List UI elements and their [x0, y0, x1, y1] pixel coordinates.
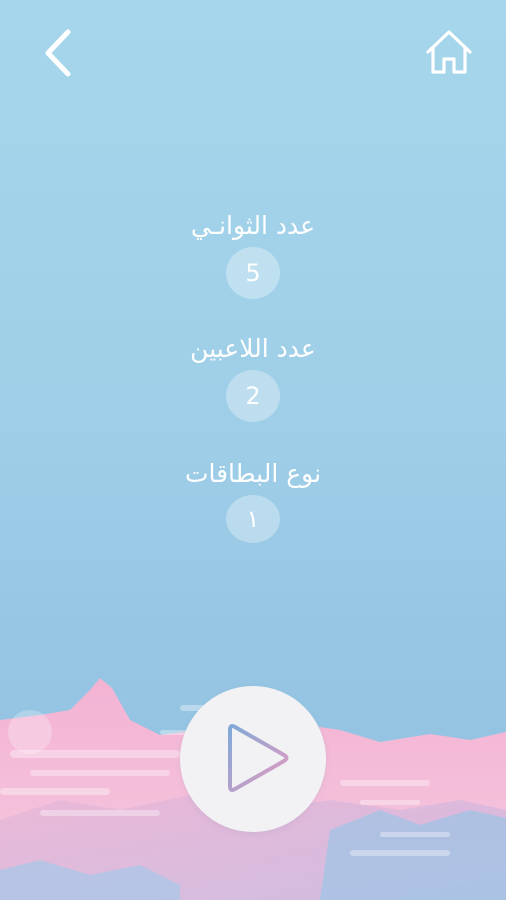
card-type-value-button[interactable]: ١ [226, 495, 280, 543]
chevron-left-icon [45, 29, 71, 77]
seconds-label: عدد الثوانـي [190, 211, 316, 240]
back-button[interactable] [36, 26, 84, 80]
seconds-value-button[interactable]: 5 [226, 247, 280, 299]
play-icon [228, 724, 289, 792]
card-type-setting: نوع البطاقات ١ [0, 453, 506, 543]
home-button[interactable] [422, 26, 476, 80]
play-button[interactable] [180, 686, 326, 832]
players-setting: عدد اللاعبين 2 [0, 328, 506, 422]
players-value-button[interactable]: 2 [226, 370, 280, 422]
players-label: عدد اللاعبين [190, 334, 316, 363]
seconds-setting: عدد الثوانـي 5 [0, 205, 506, 299]
card-type-label: نوع البطاقات [184, 459, 322, 488]
top-bar [0, 0, 506, 110]
home-icon [426, 30, 472, 74]
